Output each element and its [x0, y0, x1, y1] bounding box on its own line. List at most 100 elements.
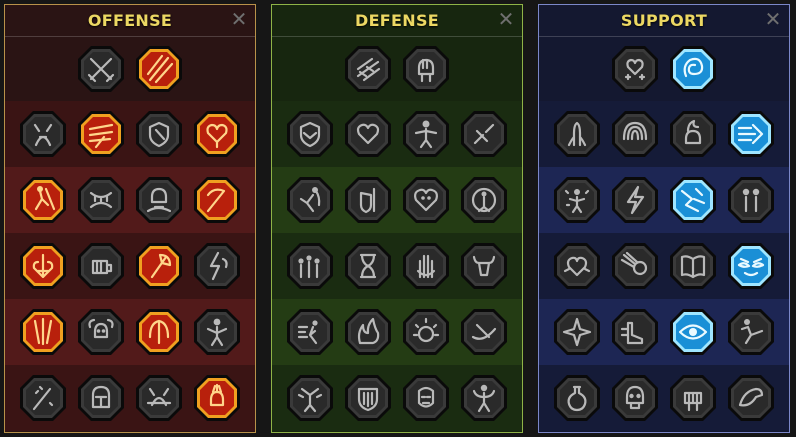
raised-fist-icon: [403, 46, 449, 92]
mastery-slot[interactable]: [668, 307, 718, 357]
mastery-slot[interactable]: [76, 373, 126, 423]
fiend-icon: [20, 111, 66, 157]
mastery-row: [5, 167, 255, 233]
mastery-slot[interactable]: [285, 109, 335, 159]
mastery-slot[interactable]: [134, 109, 184, 159]
mastery-slot[interactable]: [668, 175, 718, 225]
mastery-slot[interactable]: [610, 241, 660, 291]
mastery-slot[interactable]: [192, 373, 242, 423]
mastery-slot[interactable]: [610, 307, 660, 357]
mastery-slot[interactable]: [726, 307, 776, 357]
mastery-slot[interactable]: [552, 307, 602, 357]
crumble-icon: [670, 177, 716, 223]
mastery-slot[interactable]: [76, 241, 126, 291]
mastery-slot[interactable]: [343, 109, 393, 159]
mastery-slot[interactable]: [18, 175, 68, 225]
mastery-slot-top[interactable]: [343, 44, 393, 94]
mastery-slot[interactable]: [726, 109, 776, 159]
knight-helm-icon: [78, 375, 124, 421]
mastery-slot[interactable]: [18, 373, 68, 423]
mastery-slot[interactable]: [610, 175, 660, 225]
mastery-slot[interactable]: [18, 307, 68, 357]
mastery-slot-top[interactable]: [668, 44, 718, 94]
mastery-slot[interactable]: [343, 373, 393, 423]
hourglass-icon: [345, 243, 391, 289]
blade-arc-icon: [136, 309, 182, 355]
mastery-slot[interactable]: [726, 175, 776, 225]
mastery-slot[interactable]: [192, 241, 242, 291]
mastery-slot[interactable]: [401, 373, 451, 423]
mastery-slot[interactable]: [401, 109, 451, 159]
mastery-slot[interactable]: [18, 109, 68, 159]
mastery-row: [5, 299, 255, 365]
triple-slash-icon: [20, 309, 66, 355]
mastery-slot[interactable]: [343, 307, 393, 357]
heart-sword-icon: [20, 243, 66, 289]
mastery-slot[interactable]: [134, 241, 184, 291]
mastery-slot-top[interactable]: [134, 44, 184, 94]
defense-panel: DEFENSE ✕: [271, 4, 523, 433]
mastery-slot[interactable]: [285, 175, 335, 225]
crowd-icon: [287, 243, 333, 289]
mastery-slot[interactable]: [459, 307, 509, 357]
mastery-slot[interactable]: [18, 241, 68, 291]
flaming-skull-icon: [194, 375, 240, 421]
mastery-slot[interactable]: [459, 109, 509, 159]
close-icon[interactable]: ✕: [763, 8, 783, 32]
mastery-slot[interactable]: [343, 175, 393, 225]
mastery-slot[interactable]: [668, 109, 718, 159]
mastery-slot[interactable]: [192, 109, 242, 159]
fierce-eyes-icon: [728, 243, 774, 289]
mastery-slot[interactable]: [401, 241, 451, 291]
bulwark-icon: [345, 375, 391, 421]
flame-skull-icon: [670, 111, 716, 157]
mastery-slot[interactable]: [192, 307, 242, 357]
mastery-slot[interactable]: [668, 373, 718, 423]
mastery-slot[interactable]: [76, 175, 126, 225]
mastery-slot[interactable]: [552, 109, 602, 159]
heart-plus-icon: [612, 46, 658, 92]
scythe-icon: [194, 177, 240, 223]
mastery-slot[interactable]: [459, 241, 509, 291]
mastery-slot-top[interactable]: [401, 44, 451, 94]
blades-slash-icon: [136, 46, 182, 92]
mastery-slot-top[interactable]: [76, 44, 126, 94]
mastery-slot[interactable]: [610, 109, 660, 159]
mastery-slot-top[interactable]: [610, 44, 660, 94]
mastery-slot[interactable]: [726, 373, 776, 423]
mastery-slot[interactable]: [134, 307, 184, 357]
mastery-slot[interactable]: [343, 241, 393, 291]
mastery-slot[interactable]: [668, 241, 718, 291]
close-icon[interactable]: ✕: [229, 8, 249, 32]
chained-heart-icon: [554, 243, 600, 289]
mastery-slot[interactable]: [134, 373, 184, 423]
mastery-slot[interactable]: [76, 109, 126, 159]
mastery-slot[interactable]: [285, 241, 335, 291]
mastery-slot[interactable]: [552, 175, 602, 225]
mastery-slot[interactable]: [726, 241, 776, 291]
mastery-slot[interactable]: [192, 175, 242, 225]
swirl-icon: [670, 46, 716, 92]
mastery-slot[interactable]: [285, 307, 335, 357]
mastery-slot[interactable]: [459, 373, 509, 423]
mastery-slot[interactable]: [134, 175, 184, 225]
eagle-icon: [728, 375, 774, 421]
mastery-slot[interactable]: [401, 175, 451, 225]
mastery-slot[interactable]: [552, 241, 602, 291]
fist-icon: [78, 243, 124, 289]
shield-breaker-icon: [136, 111, 182, 157]
swift-boot-icon: [612, 309, 658, 355]
mastery-row: [5, 101, 255, 167]
mastery-slot[interactable]: [285, 373, 335, 423]
titan-icon: [403, 111, 449, 157]
mastery-slot[interactable]: [459, 175, 509, 225]
mastery-slot[interactable]: [552, 373, 602, 423]
jaws-icon: [78, 177, 124, 223]
strongman-icon: [461, 375, 507, 421]
close-icon[interactable]: ✕: [496, 8, 516, 32]
mastery-slot[interactable]: [76, 307, 126, 357]
panel-header: DEFENSE ✕: [272, 5, 522, 37]
mastery-slot[interactable]: [401, 307, 451, 357]
mastery-slot[interactable]: [610, 373, 660, 423]
open-book-icon: [670, 243, 716, 289]
